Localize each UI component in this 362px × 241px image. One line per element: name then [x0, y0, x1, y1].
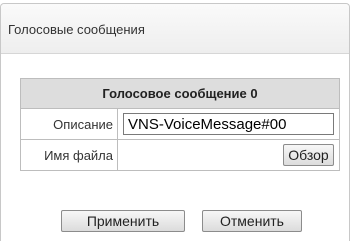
voice-messages-panel: Голосовые сообщения Голосовое сообщение … — [0, 3, 350, 241]
filename-label: Имя файла — [20, 139, 118, 171]
description-label: Описание — [20, 108, 118, 140]
description-input[interactable] — [123, 113, 334, 135]
voice-message-heading: Голосовое сообщение 0 — [20, 78, 340, 109]
filename-cell: Обзор — [117, 139, 340, 171]
cancel-button[interactable]: Отменить — [202, 210, 302, 232]
apply-button[interactable]: Применить — [61, 210, 185, 232]
filename-row: Имя файла Обзор — [20, 139, 340, 171]
voice-message-form: Голосовое сообщение 0 Описание Имя файла… — [20, 78, 340, 171]
description-cell — [117, 108, 340, 140]
table-header-row: Голосовое сообщение 0 — [20, 78, 340, 109]
browse-button[interactable]: Обзор — [283, 144, 334, 166]
panel-title: Голосовые сообщения — [1, 4, 349, 54]
description-row: Описание — [20, 108, 340, 140]
